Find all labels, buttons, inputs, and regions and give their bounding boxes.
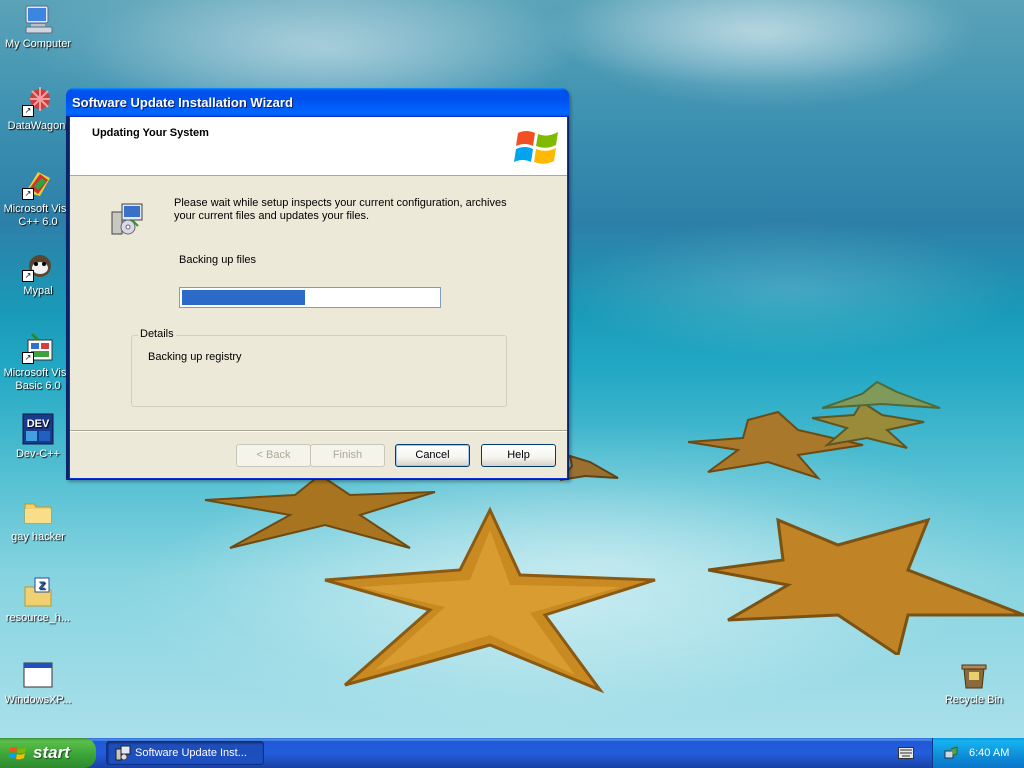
my-computer-icon (22, 3, 54, 35)
taskbar-item-software-update[interactable]: Software Update Inst... (106, 741, 264, 765)
desktop-icon-my-computer[interactable]: My Computer (0, 3, 76, 51)
progress-bar-fill (182, 290, 305, 305)
svg-text:Z: Z (39, 580, 46, 592)
wizard-titlebar[interactable]: Software Update Installation Wizard (66, 88, 569, 116)
wizard-instructions: Please wait while setup inspects your cu… (174, 197, 507, 222)
wizard-divider (70, 430, 567, 432)
network-icon[interactable] (943, 745, 959, 761)
wizard-title: Software Update Installation Wizard (72, 95, 293, 110)
shortcut-arrow-icon: ↗ (22, 188, 34, 200)
shortcut-arrow-icon: ↗ (22, 270, 34, 282)
wizard-body: Updating Your System Please wait while s… (69, 116, 568, 479)
desktop-icon-datawagon[interactable]: ↗ DataWagon. (0, 85, 76, 133)
desktop-icon-label: gay hacker (11, 531, 65, 543)
keyboard-icon[interactable] (898, 747, 914, 759)
start-label: start (33, 743, 70, 762)
window-icon (22, 659, 54, 691)
recycle-bin-icon (958, 659, 990, 691)
desktop-icon-visual-basic[interactable]: ↗ Microsoft Visu Basic 6.0 (0, 332, 76, 393)
datawagon-icon: ↗ (22, 85, 54, 117)
desktop-icon-label: Mypal (23, 285, 53, 297)
system-tray: 6:40 AM (932, 738, 1024, 768)
wallpaper-light (560, 0, 980, 110)
starfish-image (708, 517, 1024, 655)
progress-status-label: Backing up files (179, 254, 257, 266)
starfish-image (204, 473, 436, 549)
wizard-heading: Updating Your System (92, 127, 209, 139)
cancel-button[interactable]: Cancel (395, 444, 470, 467)
desktop-icon-label: Microsoft Visu Basic 6.0 (3, 367, 73, 392)
desktop-icon-label: Dev-C++ (15, 448, 61, 460)
back-button[interactable]: < Back (236, 444, 311, 467)
desktop-icon-resource[interactable]: Z resource_h... (0, 577, 76, 625)
desktop-icon-label: WindowsXP... (4, 694, 72, 706)
desktop-icon-mypal[interactable]: ↗ Mypal (0, 250, 76, 298)
taskbar: start Software Update Inst... 6:40 AM (0, 738, 1024, 768)
desktop-icon-label: DataWagon. (7, 120, 69, 132)
desktop-icon-label: Microsoft Visu C++ 6.0 (3, 203, 73, 228)
mypal-icon: ↗ (22, 250, 54, 282)
visual-cpp-icon: ↗ (22, 168, 54, 200)
starfish-image (822, 380, 941, 409)
svg-text:DEV: DEV (27, 418, 50, 430)
finish-button[interactable]: Finish (310, 444, 385, 467)
desktop-icon-visual-cpp[interactable]: ↗ Microsoft Visu C++ 6.0 (0, 168, 76, 229)
shortcut-arrow-icon: ↗ (22, 352, 34, 364)
desktop-icon-label: My Computer (4, 38, 72, 50)
folder-icon (22, 496, 54, 528)
shortcut-arrow-icon: ↗ (22, 105, 34, 117)
windows-flag-icon (9, 747, 26, 760)
desktop-icon-label: Recycle Bin (944, 694, 1004, 706)
desktop-icon-label: resource_h... (5, 612, 71, 624)
starfish-image (560, 454, 619, 482)
setup-computer-icon (115, 745, 131, 761)
clock[interactable]: 6:40 AM (969, 747, 1009, 759)
progress-bar (179, 287, 441, 308)
taskbar-item-label: Software Update Inst... (135, 747, 247, 759)
dev-cpp-icon: DEV (22, 413, 54, 445)
start-button[interactable]: start (0, 738, 96, 768)
visual-basic-icon: ↗ (22, 332, 54, 364)
desktop-icon-recycle-bin[interactable]: Recycle Bin (936, 659, 1012, 707)
desktop-icon-dev-cpp[interactable]: DEV Dev-C++ (0, 413, 76, 461)
details-groupbox: Details Backing up registry (131, 328, 507, 407)
wizard-window[interactable]: Software Update Installation Wizard Upda… (66, 88, 569, 480)
wallpaper-light (560, 220, 1020, 360)
details-legend: Details (138, 328, 176, 340)
setup-computer-icon (111, 203, 143, 235)
windows-logo-icon (514, 131, 558, 164)
zip-folder-icon: Z (22, 577, 54, 609)
wizard-header: Updating Your System (70, 117, 567, 176)
details-text: Backing up registry (148, 351, 242, 363)
desktop-icon-folder[interactable]: gay hacker (0, 496, 76, 544)
desktop-icon-windowsxp[interactable]: WindowsXP... (0, 659, 76, 707)
help-button[interactable]: Help (481, 444, 556, 467)
